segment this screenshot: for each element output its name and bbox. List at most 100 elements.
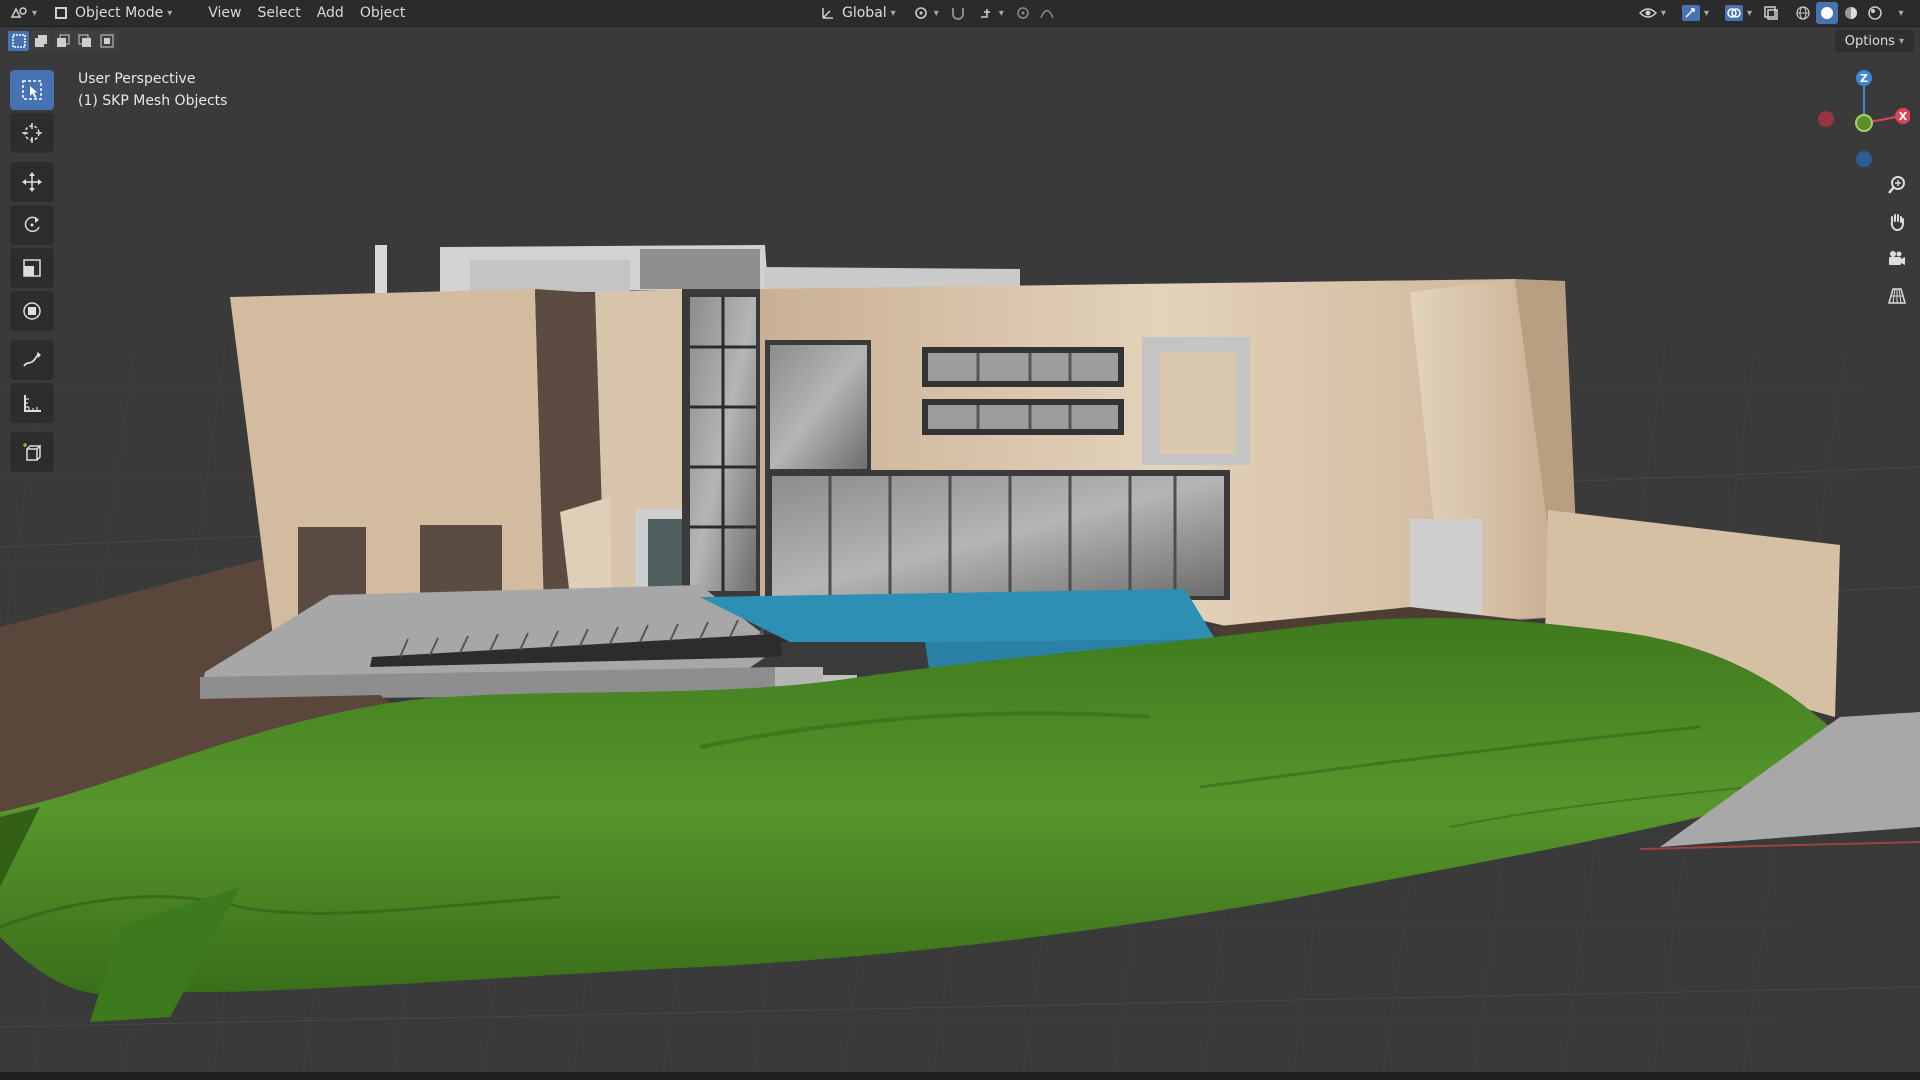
visibility-dropdown[interactable]: ▾: [1633, 2, 1672, 24]
ruler-icon: [24, 395, 41, 412]
shading-wireframe-button[interactable]: [1792, 2, 1814, 24]
transform-orientation-dropdown[interactable]: Global ▾: [814, 2, 902, 24]
select-subtract-button[interactable]: [52, 31, 73, 51]
gizmo-neg-x-axis[interactable]: [1818, 111, 1834, 127]
snap-target-icon: [980, 9, 990, 18]
select-invert-button[interactable]: [74, 31, 95, 51]
snap-target-dropdown[interactable]: ▾: [973, 2, 1010, 24]
collection-info: (1) SKP Mesh Objects: [78, 93, 228, 109]
perspective-toggle-button[interactable]: [1882, 281, 1912, 311]
overlays-toggle[interactable]: ▾: [1719, 2, 1758, 24]
shading-options-dropdown[interactable]: ▾: [1888, 2, 1910, 24]
zoom-button[interactable]: [1882, 170, 1912, 200]
object-mode-dropdown[interactable]: Object Mode ▾: [47, 2, 178, 24]
zoom-magnifier-icon: [1888, 176, 1905, 194]
menu-object[interactable]: Object: [352, 2, 414, 24]
header-bar: ▾ Object Mode ▾ View Select Add Object G…: [0, 0, 1920, 27]
orientation-label: Global: [842, 5, 887, 21]
chevron-down-icon: ▾: [890, 7, 896, 19]
menu-select[interactable]: Select: [250, 2, 309, 24]
gizmos-toggle[interactable]: ▾: [1676, 2, 1715, 24]
camera-icon: [1889, 251, 1905, 265]
viewport-nav-buttons: [1882, 170, 1912, 318]
add-cube-icon: [23, 443, 42, 461]
header-menu: View Select Add Object: [200, 2, 413, 24]
chevron-down-icon: ▾: [32, 7, 38, 19]
chevron-down-icon: ▾: [998, 7, 1004, 19]
bottom-border: [0, 1072, 1920, 1080]
pivot-point-dropdown[interactable]: ▾: [906, 2, 945, 24]
select-intersect-icon: [100, 34, 113, 48]
tool-cursor[interactable]: [10, 113, 54, 153]
snap-toggle[interactable]: [947, 2, 969, 24]
navigation-gizmo[interactable]: Z X: [1790, 66, 1910, 176]
select-box-icon: [22, 80, 42, 100]
menu-add[interactable]: Add: [309, 2, 352, 24]
magnet-icon: [951, 8, 964, 20]
tool-transform[interactable]: [10, 291, 54, 331]
right-door: [1410, 519, 1482, 619]
scale-icon: [23, 259, 41, 277]
shading-solid-button[interactable]: [1816, 2, 1838, 24]
falloff-curve-icon: [1040, 9, 1054, 19]
wireframe-sphere-icon: [1796, 6, 1810, 20]
rendered-sphere-icon: [1868, 6, 1882, 20]
view-name: User Perspective: [78, 71, 196, 87]
editor-type-button[interactable]: ▾: [4, 2, 43, 24]
select-new-icon: [11, 34, 26, 48]
gizmo-z-label: Z: [1860, 72, 1868, 85]
overlays-icon: [1724, 5, 1743, 21]
select-invert-icon: [78, 34, 91, 47]
select-extend-icon: [34, 35, 47, 47]
tool-move[interactable]: [10, 162, 54, 202]
falloff-dropdown[interactable]: [1036, 2, 1058, 24]
object-mode-icon: [55, 7, 68, 19]
select-subtract-icon: [56, 34, 69, 47]
shading-material-button[interactable]: [1840, 2, 1862, 24]
grid-perspective-icon: [1888, 288, 1906, 304]
tool-select-box[interactable]: [10, 70, 54, 110]
xray-icon: [1764, 6, 1778, 20]
square-window-frame[interactable]: [1142, 337, 1250, 465]
options-label: Options: [1844, 33, 1895, 49]
select-intersect-button[interactable]: [96, 31, 117, 51]
3d-scene[interactable]: [0, 27, 1920, 1080]
camera-view-button[interactable]: [1882, 244, 1912, 274]
gizmo-arrows-icon: [1681, 5, 1700, 21]
tool-add-cube[interactable]: [10, 432, 54, 472]
glass-stair-tower[interactable]: [682, 289, 764, 599]
chevron-down-icon: ▾: [1898, 35, 1904, 47]
gizmo-y-axis[interactable]: [1855, 114, 1873, 132]
select-extend-button[interactable]: [30, 31, 51, 51]
menu-view[interactable]: View: [200, 2, 249, 24]
gizmo-neg-z-axis[interactable]: [1856, 151, 1872, 167]
proportional-edit-toggle[interactable]: [1012, 2, 1034, 24]
tool-annotate[interactable]: [10, 340, 54, 380]
cursor-crosshair-icon: [22, 123, 42, 143]
editor-type-icon: [10, 7, 27, 18]
mode-label: Object Mode: [75, 5, 164, 21]
chevron-down-icon: ▾: [167, 7, 173, 19]
shading-rendered-button[interactable]: [1864, 2, 1886, 24]
options-dropdown[interactable]: Options ▾: [1834, 30, 1914, 52]
select-new-button[interactable]: [8, 31, 29, 51]
tool-scale[interactable]: [10, 248, 54, 288]
header-center-tools: Global ▾ ▾ ▾: [810, 2, 1058, 24]
chevron-down-icon: ▾: [1660, 7, 1666, 19]
rotate-icon: [24, 216, 40, 233]
xray-toggle[interactable]: [1760, 2, 1782, 24]
chevron-down-icon: ▾: [1746, 7, 1752, 19]
chevron-down-icon: ▾: [933, 7, 939, 19]
material-sphere-icon: [1845, 7, 1857, 19]
chevron-down-icon: ▾: [1898, 7, 1904, 19]
tool-shelf: [10, 70, 54, 475]
orientation-icon: [822, 8, 833, 19]
gizmo-x-label: X: [1899, 110, 1908, 123]
tool-measure[interactable]: [10, 383, 54, 423]
pivot-icon: [914, 7, 927, 19]
transform-icon: [23, 302, 41, 320]
header-right-tools: ▾ ▾ ▾ ▾: [1629, 2, 1910, 24]
pan-button[interactable]: [1882, 207, 1912, 237]
tool-rotate[interactable]: [10, 205, 54, 245]
3d-viewport[interactable]: [0, 27, 1920, 1080]
